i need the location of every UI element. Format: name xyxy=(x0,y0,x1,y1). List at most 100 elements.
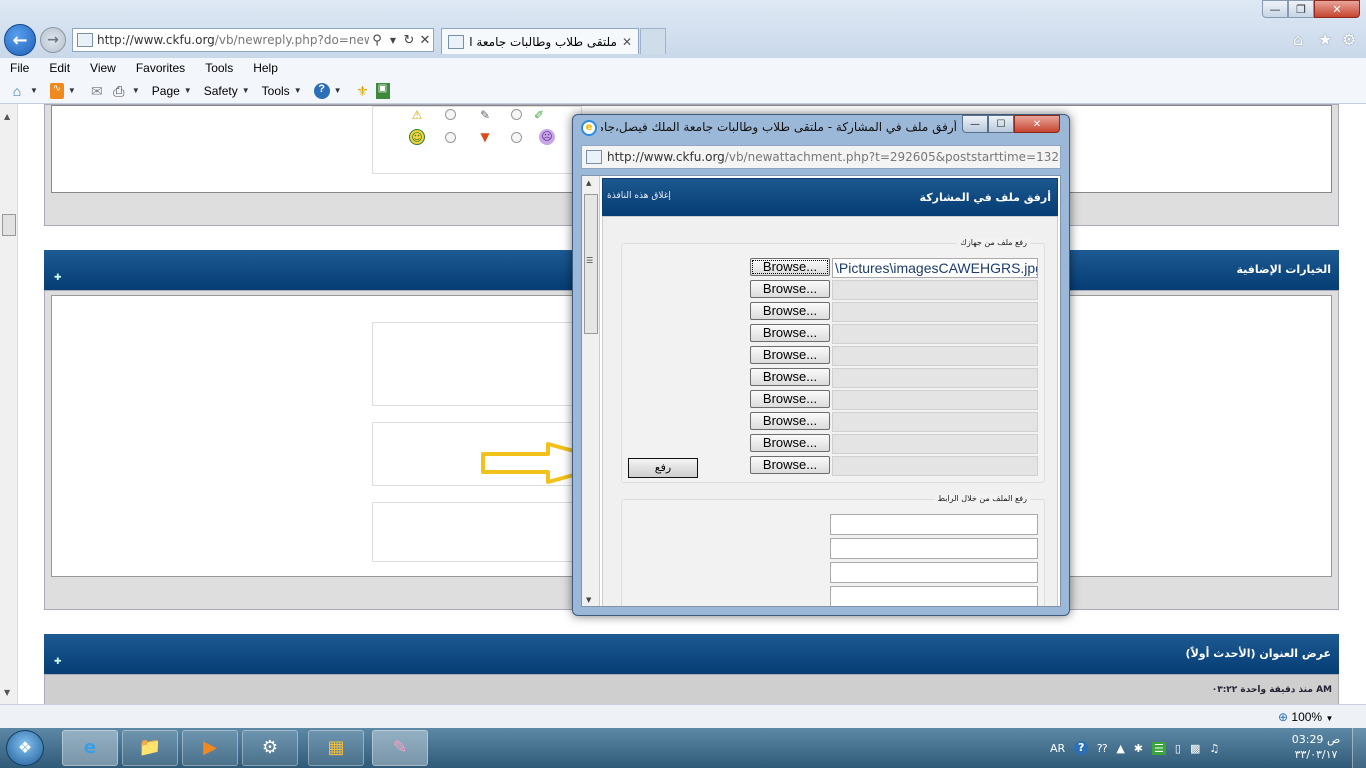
tab-close-icon[interactable]: ✕ xyxy=(622,35,632,49)
gear-icon[interactable]: ⚙ xyxy=(1342,30,1356,49)
warning-smilie-icon[interactable]: ⚠ xyxy=(409,107,425,123)
page-scrollbar[interactable]: ▲ ▼ xyxy=(0,104,18,704)
tray-expand-icon[interactable]: ▲ xyxy=(1116,742,1124,755)
grin-smilie-icon[interactable]: ☺ xyxy=(409,129,425,145)
new-tab-button[interactable] xyxy=(640,28,666,54)
smilie-radio[interactable] xyxy=(445,109,456,120)
pencil-smilie-icon[interactable]: ✐ xyxy=(531,107,547,123)
search-icon[interactable]: ⚲ xyxy=(369,33,385,48)
url-input-1[interactable] xyxy=(830,514,1038,535)
question-icon[interactable]: ⁇ xyxy=(1097,742,1107,755)
browse-button-6[interactable]: Browse... xyxy=(750,368,830,386)
rss-feed-icon[interactable]: ∿ xyxy=(49,82,64,99)
safety-menu[interactable]: Safety xyxy=(204,84,238,98)
address-bar[interactable]: http://www.ckfu.org/vb/newreply.php?do=n… xyxy=(72,28,434,52)
file-path-field-7[interactable] xyxy=(832,390,1038,410)
back-button[interactable]: ← xyxy=(4,24,36,56)
app-tray-icon[interactable]: ☰ xyxy=(1152,741,1166,755)
scroll-down-icon[interactable]: ▼ xyxy=(586,596,591,604)
file-path-field-2[interactable] xyxy=(832,280,1038,300)
chevron-down-icon[interactable]: ▼ xyxy=(294,86,302,95)
scroll-thumb[interactable] xyxy=(2,214,16,236)
file-path-field-5[interactable] xyxy=(832,346,1038,366)
help-icon[interactable]: ? xyxy=(313,82,330,99)
file-path-field-3[interactable] xyxy=(832,302,1038,322)
menu-file[interactable]: File xyxy=(0,61,39,75)
onenote-icon[interactable]: ▣ xyxy=(375,82,390,99)
menu-tools[interactable]: Tools xyxy=(195,61,243,75)
show-desktop-button[interactable] xyxy=(1352,728,1366,768)
taskbar-paint-icon[interactable]: ✎ xyxy=(372,730,428,766)
menu-view[interactable]: View xyxy=(80,61,126,75)
taskbar-control-panel-icon[interactable]: ▦ xyxy=(308,730,364,766)
smilie-radio[interactable] xyxy=(511,109,522,120)
popup-close-button[interactable]: ✕ xyxy=(1014,115,1060,133)
browse-button-8[interactable]: Browse... xyxy=(750,412,830,430)
tab-active[interactable]: ملتقى طلاب وطالبات جامعة الملك... ✕ xyxy=(441,28,639,54)
file-path-field-6[interactable] xyxy=(832,368,1038,388)
sad-smilie-icon[interactable]: ☹ xyxy=(539,129,555,145)
file-path-field-8[interactable] xyxy=(832,412,1038,432)
mail-icon[interactable]: ✉ xyxy=(88,83,106,99)
refresh-icon[interactable]: ↻ xyxy=(401,33,417,48)
thumbs-down-icon[interactable]: ▼ xyxy=(477,129,493,145)
note-smilie-icon[interactable]: ✎ xyxy=(477,107,493,123)
taskbar-media-player-icon[interactable]: ▶ xyxy=(182,730,238,766)
url-input-4[interactable] xyxy=(830,586,1038,606)
chevron-down-icon[interactable]: ▼ xyxy=(132,86,140,95)
research-icon[interactable]: ⚜ xyxy=(354,83,372,99)
language-indicator[interactable]: AR xyxy=(1050,742,1065,755)
minimize-button[interactable]: — xyxy=(1262,0,1288,18)
scroll-down-icon[interactable]: ▼ xyxy=(4,688,10,697)
close-button[interactable]: ✕ xyxy=(1314,0,1360,18)
taskbar-explorer-icon[interactable]: 📁 xyxy=(122,730,178,766)
chevron-down-icon[interactable]: ▼ xyxy=(184,86,192,95)
browse-button-3[interactable]: Browse... xyxy=(750,302,830,320)
smilie-radio[interactable] xyxy=(511,132,522,143)
restore-button[interactable]: ❐ xyxy=(1288,0,1314,18)
start-button[interactable]: ❖ xyxy=(6,730,44,766)
browse-button-10[interactable]: Browse... xyxy=(750,456,830,474)
zoom-level[interactable]: ⊕ 100% ▼ xyxy=(1278,710,1333,724)
stop-icon[interactable]: ✕ xyxy=(417,33,433,48)
file-path-field-10[interactable] xyxy=(832,456,1038,476)
upload-button[interactable]: رفع xyxy=(628,458,698,478)
chevron-down-icon[interactable]: ▼ xyxy=(242,86,250,95)
volume-icon[interactable]: ♫ xyxy=(1209,742,1219,755)
close-window-link[interactable]: إغلاق هذه النافذة xyxy=(607,191,671,201)
chevron-down-icon[interactable]: ▼ xyxy=(30,86,38,95)
chevron-down-icon[interactable]: ▼ xyxy=(68,86,76,95)
chevron-down-icon[interactable]: ▼ xyxy=(1325,714,1333,723)
help-icon[interactable]: ? xyxy=(1074,741,1089,755)
home-icon[interactable]: ⌂ xyxy=(8,83,26,99)
url-input-3[interactable] xyxy=(830,562,1038,583)
chevron-down-icon[interactable]: ▼ xyxy=(334,86,342,95)
dropdown-arrow-icon[interactable]: ▼ xyxy=(385,36,401,45)
menu-edit[interactable]: Edit xyxy=(39,61,80,75)
file-path-field-1[interactable]: \Pictures\imagesCAWEHGRS.jpg xyxy=(832,258,1038,278)
browse-button-4[interactable]: Browse... xyxy=(750,324,830,342)
url-input-2[interactable] xyxy=(830,538,1038,559)
popup-maximize-button[interactable]: ☐ xyxy=(988,115,1014,133)
smilie-radio[interactable] xyxy=(445,132,456,143)
file-path-field-9[interactable] xyxy=(832,434,1038,454)
clock[interactable]: 03:29 ص ٣٣/٠٣/١٧ xyxy=(1290,732,1342,762)
browse-button-9[interactable]: Browse... xyxy=(750,434,830,452)
browse-button-7[interactable]: Browse... xyxy=(750,390,830,408)
browse-button-5[interactable]: Browse... xyxy=(750,346,830,364)
popup-minimize-button[interactable]: — xyxy=(962,115,988,133)
menu-help[interactable]: Help xyxy=(243,61,288,75)
scroll-up-icon[interactable]: ▲ xyxy=(586,179,591,187)
bluetooth-icon[interactable]: ✱ xyxy=(1134,742,1143,755)
print-icon[interactable]: ⎙ xyxy=(110,83,128,99)
taskbar-network-icon[interactable]: ⚙ xyxy=(242,730,298,766)
file-path-field-4[interactable] xyxy=(832,324,1038,344)
home-icon[interactable]: ⌂ xyxy=(1293,30,1303,49)
menu-favorites[interactable]: Favorites xyxy=(126,61,195,75)
battery-icon[interactable]: ▯ xyxy=(1175,742,1181,755)
popup-address-bar[interactable]: http://www.ckfu.org/vb/newattachment.php… xyxy=(581,145,1061,169)
tools-menu[interactable]: Tools xyxy=(262,84,290,98)
forward-button[interactable]: → xyxy=(40,27,66,53)
favorites-star-icon[interactable]: ★ xyxy=(1318,30,1332,49)
signal-icon[interactable]: ▩ xyxy=(1190,742,1200,755)
